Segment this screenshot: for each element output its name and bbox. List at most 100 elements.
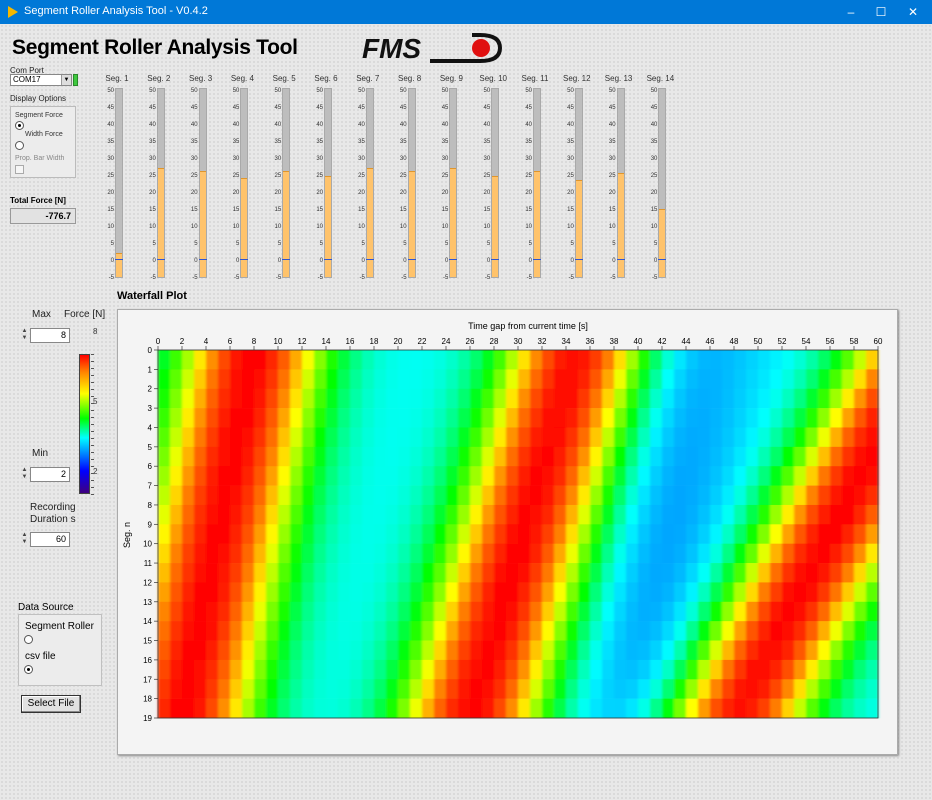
heatmap-cell	[230, 485, 243, 506]
segment-scale: 50 45 40 35 30 25 20 15 10 5 0 -5	[390, 88, 407, 281]
scale-tick: 50	[399, 88, 407, 94]
segment-force-radio[interactable]	[15, 121, 24, 130]
heatmap-cell	[470, 350, 483, 370]
heatmap-cell	[746, 659, 759, 680]
heatmap-cell	[398, 563, 411, 583]
heatmap-cell	[722, 504, 735, 525]
heatmap-cell	[542, 388, 555, 409]
heatmap-cell	[854, 601, 867, 622]
select-file-button[interactable]: Select File	[21, 695, 81, 713]
heatmap-cell	[494, 582, 507, 603]
heatmap-cell	[434, 679, 447, 699]
heatmap-cell	[530, 446, 543, 467]
scale-tick: 50	[567, 88, 574, 94]
scale-tick: 40	[441, 122, 449, 128]
segment-roller-radio[interactable]	[24, 635, 33, 644]
heatmap-cell	[398, 659, 411, 680]
max-spinner[interactable]: ▲ ▼	[20, 328, 29, 343]
recording-duration-input[interactable]: 60	[30, 532, 70, 547]
scale-tick: 45	[650, 105, 658, 111]
scale-tick: 15	[650, 207, 658, 213]
heatmap-cell	[458, 504, 471, 525]
heatmap-cell	[746, 563, 759, 583]
heatmap-cell	[758, 563, 771, 583]
heatmap-cell	[818, 408, 831, 428]
heatmap-cell	[854, 524, 867, 544]
scale-tick: 15	[149, 207, 156, 213]
heatmap-cell	[830, 621, 843, 641]
heatmap-cell	[350, 601, 363, 622]
heatmap-cell	[314, 563, 327, 583]
segment-scale: 50 45 40 35 30 25 20 15 10 5 0 -5	[181, 88, 198, 281]
close-button[interactable]: ✕	[898, 2, 928, 22]
heatmap-cell	[566, 698, 579, 719]
heatmap-cell	[254, 698, 267, 719]
heatmap-cell	[230, 388, 243, 409]
recording-spinner[interactable]: ▲ ▼	[20, 532, 29, 547]
com-port-select[interactable]: COM17 ▼	[10, 74, 72, 86]
scale-tick: 45	[525, 105, 532, 111]
heatmap-cell	[362, 350, 375, 370]
scale-tick: 30	[149, 156, 156, 162]
scale-tick: 0	[236, 258, 240, 264]
minimize-button[interactable]: –	[836, 2, 866, 22]
zero-marker	[533, 258, 541, 260]
heatmap-cell	[338, 466, 351, 486]
min-spinner[interactable]: ▲ ▼	[20, 467, 29, 482]
width-force-radio[interactable]	[15, 141, 24, 150]
heatmap-cell	[578, 698, 591, 719]
heatmap-cell	[674, 698, 687, 719]
heatmap-cell	[242, 640, 255, 661]
heatmap-cell	[506, 679, 519, 699]
zero-marker	[574, 258, 583, 260]
heatmap-cell	[794, 466, 807, 486]
heatmap-cell	[158, 698, 171, 719]
y-tick-label: 7	[148, 482, 153, 491]
heatmap-cell	[230, 524, 243, 544]
heatmap-cell	[266, 601, 279, 622]
heatmap-cell	[338, 698, 351, 719]
heatmap-cell	[602, 698, 615, 719]
heatmap-cell	[626, 543, 639, 564]
segment-label: Seg. 7	[356, 74, 380, 83]
heatmap-cell	[578, 659, 591, 680]
heatmap-cell	[494, 679, 507, 699]
csv-file-radio[interactable]	[24, 665, 33, 674]
min-input[interactable]: 2	[30, 467, 70, 482]
heatmap-cell	[470, 504, 483, 525]
heatmap-cell	[314, 446, 327, 467]
prop-bar-width-checkbox[interactable]	[15, 165, 24, 174]
segment-label: Seg. 9	[439, 74, 463, 83]
heatmap-cell	[158, 659, 171, 680]
segment-fill	[617, 172, 624, 277]
chevron-down-icon[interactable]: ▼	[61, 75, 71, 85]
heatmap-cell	[602, 582, 615, 603]
heatmap-cell	[794, 582, 807, 603]
heatmap-cell	[218, 640, 231, 661]
heatmap-cell	[398, 621, 411, 641]
y-tick-label: 3	[148, 404, 153, 413]
scale-tick: 15	[399, 207, 407, 213]
app-icon	[8, 6, 18, 18]
heatmap-cell	[386, 601, 399, 622]
heatmap-cell	[230, 621, 243, 641]
heatmap-cell	[398, 369, 411, 390]
heatmap-cell	[674, 679, 687, 699]
heatmap-cell	[362, 466, 375, 486]
heatmap-cell	[578, 582, 591, 603]
heatmap-cell	[638, 485, 651, 506]
max-input[interactable]: 8	[30, 328, 70, 343]
maximize-button[interactable]: ☐	[866, 2, 896, 22]
display-options-box: Segment Force Width Force Prop. Bar Widt…	[10, 106, 76, 178]
heatmap-cell	[254, 446, 267, 467]
heatmap-cell	[482, 601, 495, 622]
heatmap-cell	[638, 563, 651, 583]
heatmap-cell	[614, 466, 627, 486]
title-bar: Segment Roller Analysis Tool - V0.4.2 – …	[0, 0, 932, 24]
heatmap-cell	[470, 485, 483, 506]
heatmap-cell	[422, 621, 435, 641]
heatmap-cell	[398, 524, 411, 544]
heatmap-cell	[374, 524, 387, 544]
heatmap-cell	[518, 408, 531, 428]
heatmap-cell	[338, 543, 351, 564]
